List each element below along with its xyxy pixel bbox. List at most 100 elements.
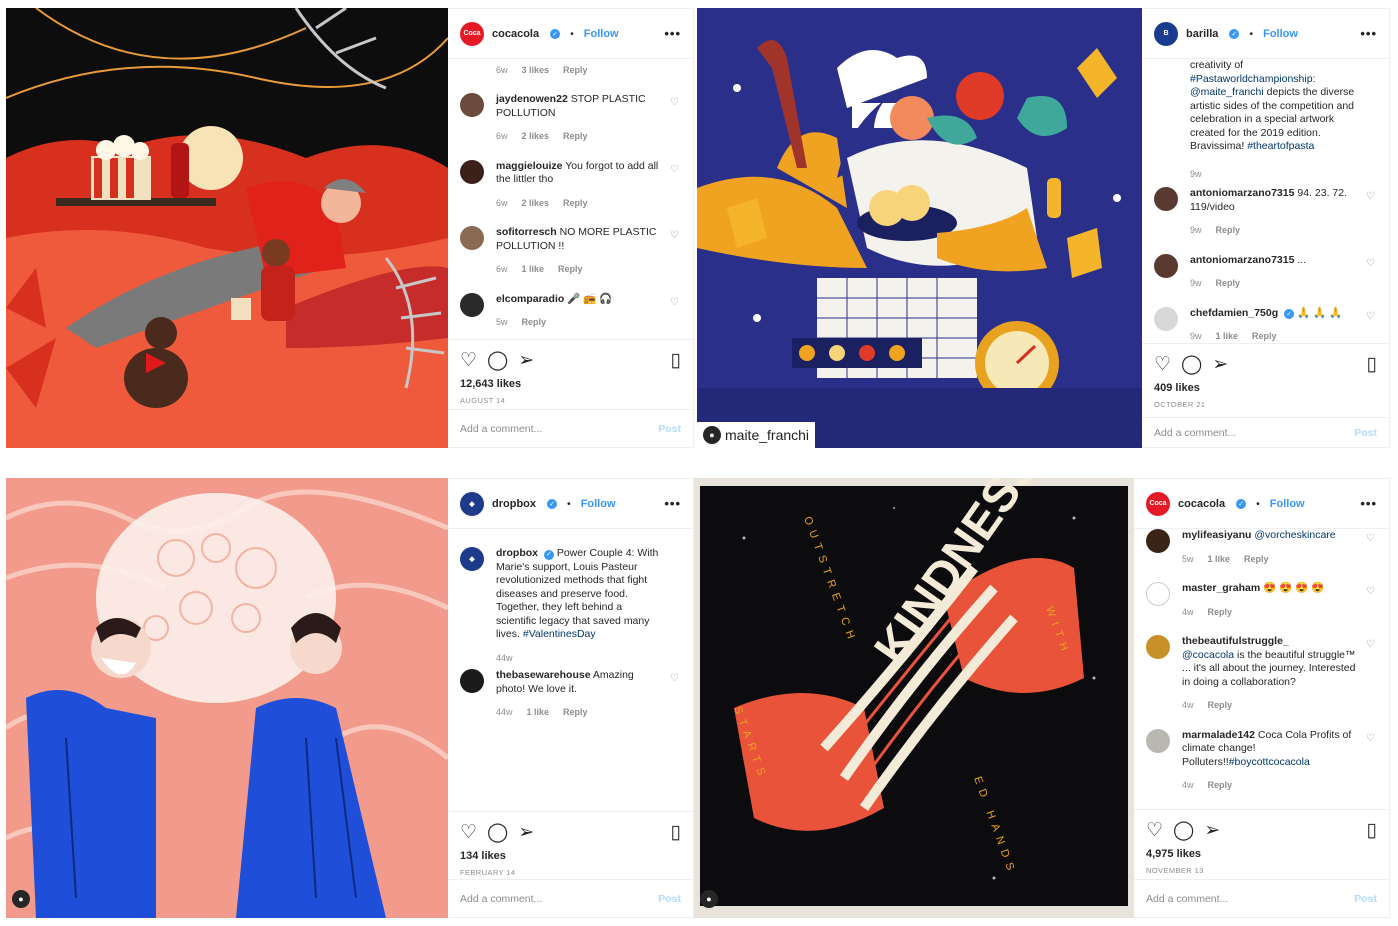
hashtag-link[interactable]: #Pastaworldchampionship:	[1190, 73, 1316, 85]
reply-button[interactable]: Reply	[1208, 699, 1233, 713]
commenter-avatar[interactable]	[1154, 253, 1178, 278]
post2-image[interactable]: ● maite_franchi	[697, 8, 1142, 448]
caption-avatar[interactable]: ◆	[460, 547, 484, 571]
comment-likes[interactable]: 3 likes	[522, 65, 550, 75]
hashtag-link[interactable]: #boycottcocacola	[1229, 756, 1310, 768]
like-comment-icon[interactable]: ♡	[1366, 258, 1375, 269]
post1-image[interactable]	[6, 8, 448, 448]
share-icon[interactable]: ➢	[518, 351, 534, 370]
reply-button[interactable]: Reply	[563, 65, 588, 75]
share-icon[interactable]: ➢	[1212, 355, 1228, 374]
reply-button[interactable]: Reply	[563, 197, 588, 211]
more-options-icon[interactable]: •••	[664, 496, 681, 511]
reply-button[interactable]: Reply	[558, 263, 583, 277]
more-options-icon[interactable]: •••	[1360, 496, 1377, 511]
commenter-avatar[interactable]	[460, 93, 484, 117]
comment-icon[interactable]: ◯	[487, 351, 508, 370]
avatar[interactable]: ◆	[460, 491, 484, 516]
tagged-username[interactable]: maite_franchi	[725, 427, 809, 443]
comments-list[interactable]: mylifeasiyanu @vorcheskincare 5w 1 like Re…	[1134, 529, 1389, 809]
image-user-tag-button[interactable]: ●	[12, 886, 30, 912]
avatar[interactable]: B	[1154, 21, 1178, 46]
like-comment-icon[interactable]: ♡	[670, 97, 679, 108]
hashtag-link[interactable]: #theartofpasta	[1247, 140, 1314, 152]
add-comment-input[interactable]: Add a comment...	[1146, 893, 1228, 905]
comment-user[interactable]: master_graham	[1182, 582, 1260, 594]
comment-likes[interactable]: 1 like	[522, 263, 545, 277]
like-comment-icon[interactable]: ♡	[670, 230, 679, 241]
follow-button[interactable]: Follow	[1263, 28, 1298, 40]
bookmark-icon[interactable]: ▯	[671, 351, 681, 370]
post-button[interactable]: Post	[658, 893, 681, 905]
like-comment-icon[interactable]: ♡	[670, 164, 679, 175]
post4-image[interactable]: KINDNESS OUTSTRETCH WITH STARTS ED HANDS…	[694, 478, 1134, 918]
reply-button[interactable]: Reply	[1208, 606, 1233, 620]
commenter-avatar[interactable]	[1154, 187, 1178, 211]
comment-user[interactable]: antoniomarzano7315	[1190, 254, 1294, 266]
username[interactable]: dropbox	[492, 498, 536, 510]
like-count[interactable]: 12,643 likes	[460, 378, 681, 390]
comment-user[interactable]: mylifeasiyanu	[1182, 529, 1251, 541]
comment-user[interactable]: elcomparadio	[496, 293, 564, 305]
mention-link[interactable]: @vorcheskincare	[1254, 529, 1335, 541]
comment-user[interactable]: jaydenowen22	[496, 93, 568, 105]
image-user-tag[interactable]: ● maite_franchi	[697, 422, 816, 448]
bookmark-icon[interactable]: ▯	[671, 823, 681, 842]
follow-button[interactable]: Follow	[581, 498, 616, 510]
commenter-avatar[interactable]	[460, 226, 484, 250]
bookmark-icon[interactable]: ▯	[1367, 821, 1377, 840]
reply-button[interactable]: Reply	[1216, 277, 1241, 291]
reply-button[interactable]: Reply	[1244, 553, 1269, 567]
comment-user[interactable]: sofitorresch	[496, 226, 557, 238]
comment-user[interactable]: marmalade142	[1182, 729, 1255, 741]
post-button[interactable]: Post	[1354, 893, 1377, 905]
comment-user[interactable]: thebeautifulstruggle_	[1182, 635, 1289, 647]
like-comment-icon[interactable]: ♡	[1366, 639, 1375, 650]
reply-button[interactable]: Reply	[1216, 224, 1241, 238]
heart-icon[interactable]: ♡	[1154, 355, 1171, 374]
mention-link[interactable]: @cocacola	[1182, 649, 1234, 661]
add-comment-input[interactable]: Add a comment...	[1154, 427, 1236, 439]
reply-button[interactable]: Reply	[563, 706, 588, 720]
like-comment-icon[interactable]: ♡	[1366, 533, 1375, 544]
add-comment-input[interactable]: Add a comment...	[460, 423, 542, 435]
bookmark-icon[interactable]: ▯	[1367, 355, 1377, 374]
comments-list[interactable]: ◆ dropbox ✓ Power Couple 4: With Marie's…	[448, 529, 693, 811]
like-count[interactable]: 134 likes	[460, 850, 681, 862]
comment-likes[interactable]: 1 like	[1208, 553, 1231, 567]
avatar[interactable]: Coca	[460, 21, 484, 46]
comment-user[interactable]: antoniomarzano7315	[1190, 187, 1294, 199]
commenter-avatar[interactable]	[1146, 529, 1170, 553]
share-icon[interactable]: ➢	[1204, 821, 1220, 840]
commenter-avatar[interactable]	[1154, 306, 1178, 331]
comments-list[interactable]: 6w 3 likes Reply jaydenowen22 STOP PLASTIC…	[448, 59, 693, 339]
like-comment-icon[interactable]: ♡	[1366, 191, 1375, 202]
reply-button[interactable]: Reply	[1208, 779, 1233, 793]
like-comment-icon[interactable]: ♡	[1366, 733, 1375, 744]
comment-likes[interactable]: 2 likes	[522, 130, 550, 144]
like-comment-icon[interactable]: ♡	[670, 297, 679, 308]
add-comment-input[interactable]: Add a comment...	[460, 893, 542, 905]
like-comment-icon[interactable]: ♡	[670, 673, 679, 684]
more-options-icon[interactable]: •••	[664, 26, 681, 41]
user-tag-icon[interactable]: ●	[12, 890, 30, 908]
heart-icon[interactable]: ♡	[460, 823, 477, 842]
reply-button[interactable]: Reply	[1252, 330, 1277, 343]
username[interactable]: cocacola	[1178, 498, 1225, 510]
commenter-avatar[interactable]	[460, 669, 484, 693]
like-count[interactable]: 409 likes	[1154, 382, 1377, 394]
share-icon[interactable]: ➢	[518, 823, 534, 842]
post-button[interactable]: Post	[658, 423, 681, 435]
commenter-avatar[interactable]	[1146, 728, 1170, 753]
avatar[interactable]: Coca	[1146, 491, 1170, 516]
user-tag-icon[interactable]: ●	[700, 890, 718, 908]
more-options-icon[interactable]: •••	[1360, 26, 1377, 41]
comment-user[interactable]: thebasewarehouse	[496, 669, 591, 681]
follow-button[interactable]: Follow	[1270, 498, 1305, 510]
reply-button[interactable]: Reply	[522, 316, 547, 330]
like-comment-icon[interactable]: ♡	[1366, 586, 1375, 597]
comment-icon[interactable]: ◯	[487, 823, 508, 842]
comment-likes[interactable]: 2 likes	[522, 197, 550, 211]
follow-button[interactable]: Follow	[584, 28, 619, 40]
comment-likes[interactable]: 1 like	[1216, 330, 1239, 343]
